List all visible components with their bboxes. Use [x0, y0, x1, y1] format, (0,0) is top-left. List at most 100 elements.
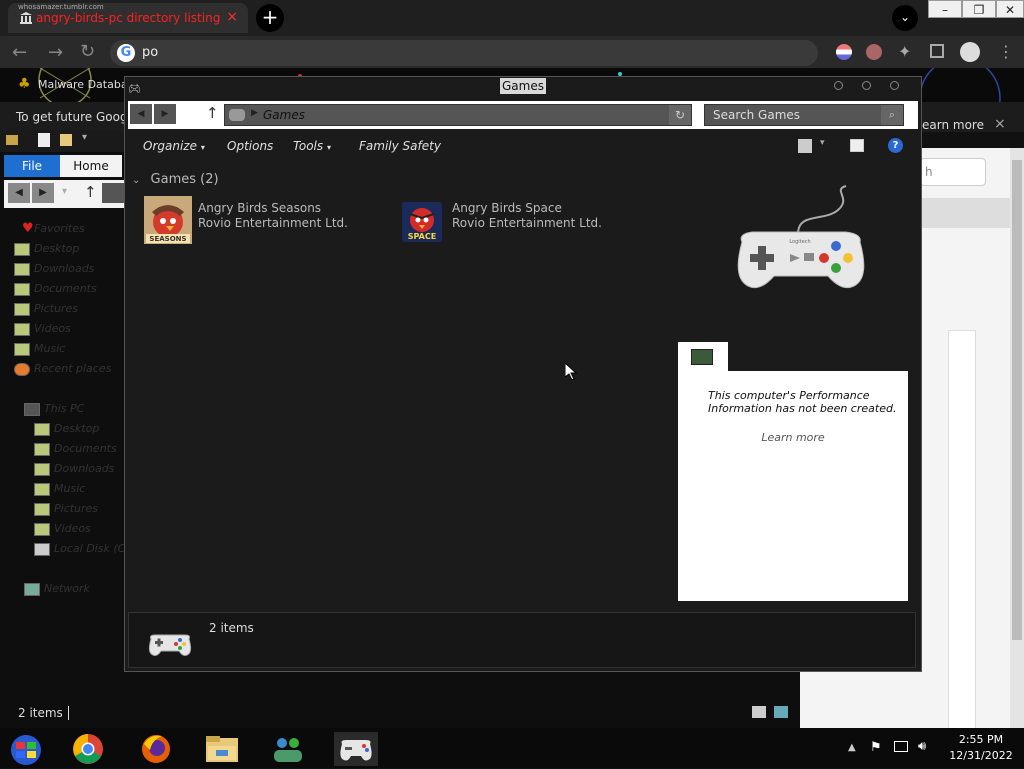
action-center-flag-icon[interactable]: ⚑ [870, 740, 882, 755]
games-up-arrow-icon[interactable]: ↑ [206, 104, 219, 122]
tools-menu[interactable]: Tools ▾ [293, 139, 331, 153]
tree-favorites[interactable]: ♥ Favorites [22, 220, 85, 238]
minimize-button[interactable]: – [928, 0, 962, 18]
menu-dots-icon[interactable]: ⋮ [998, 42, 1014, 61]
volume-icon[interactable]: 🔊︎ [918, 739, 926, 754]
tree-music[interactable]: Music [14, 340, 65, 358]
games-forward-button[interactable]: ▶ [154, 104, 176, 124]
tree-pc-videos[interactable]: Videos [34, 520, 91, 538]
tree-documents[interactable]: Documents [14, 280, 97, 298]
games-minimize-button[interactable] [834, 81, 843, 90]
tab-search-chevron-icon[interactable]: ⌄ [892, 5, 918, 31]
options-menu[interactable]: Options [227, 139, 273, 153]
view-options-icon[interactable] [798, 139, 812, 153]
gamepad-taskbar-icon [340, 740, 372, 761]
games-address-bar[interactable]: ▶ Games ↻ [224, 104, 692, 126]
network-tray-icon[interactable] [894, 741, 908, 752]
tree-pc-pictures[interactable]: Pictures [34, 500, 98, 518]
tree-pictures[interactable]: Pictures [14, 300, 79, 318]
search-icon[interactable]: ⌕ [881, 105, 903, 125]
taskbar-clock[interactable]: 2:55 PM 12/31/2022 [946, 732, 1016, 764]
maximize-button[interactable]: ❐ [962, 0, 996, 18]
tree-pc-downloads[interactable]: Downloads [34, 460, 114, 478]
scrollbar-thumb[interactable] [1012, 160, 1022, 640]
gamepad-illustration-icon: Logitech [737, 185, 865, 289]
start-button[interactable] [4, 732, 44, 766]
game-publisher: Rovio Entertainment Ltd. [198, 216, 348, 230]
webpage-search-input[interactable]: h [920, 158, 986, 186]
show-hidden-icons-icon[interactable]: ▲ [848, 742, 856, 753]
sidebar-icon[interactable] [930, 44, 944, 58]
tree-downloads[interactable]: Downloads [14, 260, 94, 278]
forward-arrow-icon[interactable]: → [48, 42, 63, 63]
family-safety-menu[interactable]: Family Safety [359, 139, 441, 153]
organize-label: Organize [143, 139, 197, 153]
webpage-scrollbar[interactable] [1010, 148, 1024, 728]
preview-pane-icon[interactable] [850, 139, 864, 152]
profile-icon[interactable] [960, 42, 980, 62]
tree-label: Music [54, 482, 86, 495]
taskbar-chrome[interactable] [68, 732, 108, 766]
taskbar-games[interactable] [334, 732, 378, 766]
new-folder-icon[interactable] [60, 134, 72, 146]
up-arrow-icon[interactable]: ↑ [84, 183, 97, 201]
search-games-input[interactable]: Search Games ⌕ [704, 104, 904, 126]
tree-label: This PC [44, 402, 85, 415]
tree-pc-documents[interactable]: Documents [34, 440, 117, 458]
help-icon[interactable]: ? [888, 138, 903, 153]
tree-desktop[interactable]: Desktop [14, 240, 80, 258]
ribbon-file-tab[interactable]: File [4, 155, 60, 177]
reload-icon[interactable]: ↻ [80, 41, 95, 62]
view-dropdown-icon[interactable]: ▾ [820, 138, 825, 148]
taskbar-users[interactable] [268, 732, 308, 766]
infobar-close-icon[interactable]: × [994, 116, 1006, 132]
tree-label: Desktop [34, 242, 80, 255]
ribbon-home-tab[interactable]: Home [60, 155, 122, 177]
performance-tab[interactable] [678, 342, 728, 372]
downloads-icon [34, 463, 50, 476]
organize-menu[interactable]: Organize ▾ [143, 139, 205, 153]
large-icons-view-icon[interactable] [774, 706, 788, 718]
games-back-button[interactable]: ◀ [130, 104, 152, 124]
tree-local-disk[interactable]: Local Disk (C: [34, 540, 129, 558]
game-name: Angry Birds Seasons [198, 201, 322, 215]
new-tab-button[interactable]: + [256, 4, 284, 32]
back-arrow-icon[interactable]: ← [12, 42, 27, 63]
taskbar-file-explorer[interactable] [202, 732, 242, 766]
browser-tab[interactable]: whosamazer.tumblr.com angry-birds-pc dir… [8, 3, 248, 33]
bookmark-malware-databa[interactable]: Malware Databa [38, 78, 128, 91]
tree-recent-places[interactable]: Recent places [14, 360, 112, 378]
learn-more-link[interactable]: Learn more [678, 431, 908, 444]
folder-icon[interactable] [6, 135, 18, 145]
tree-pc-desktop[interactable]: Desktop [34, 420, 99, 438]
address-bar[interactable]: G po [110, 40, 818, 66]
breadcrumb-games[interactable]: Games [263, 108, 305, 122]
performance-message: This computer's Performance Information … [708, 389, 897, 415]
tree-label: Pictures [34, 302, 79, 315]
tree-videos[interactable]: Videos [14, 320, 71, 338]
explorer-back-button[interactable]: ◀ [8, 183, 30, 203]
games-group-header[interactable]: ⌄ Games (2) [132, 172, 219, 187]
properties-icon[interactable] [38, 133, 50, 147]
extension-avatar-icon[interactable] [866, 44, 882, 60]
extension-flag-icon[interactable] [836, 44, 852, 60]
tree-pc-music[interactable]: Music [34, 480, 86, 498]
close-window-button[interactable]: ✕ [996, 0, 1024, 18]
taskbar-firefox[interactable] [136, 732, 176, 766]
puzzle-icon[interactable]: ✦ [898, 42, 911, 61]
games-close-button[interactable] [890, 81, 899, 90]
qa-dropdown-icon[interactable]: ▾ [82, 132, 87, 143]
game-angry-birds-seasons[interactable]: SEASONS Angry Birds Seasons Rovio Entert… [144, 196, 364, 246]
details-view-icon[interactable] [752, 706, 766, 718]
recent-dropdown-icon[interactable]: ▾ [62, 186, 67, 197]
infobar-learn-more-link[interactable]: earn more [922, 118, 984, 132]
tree-this-pc[interactable]: This PC [24, 400, 85, 418]
close-tab-icon[interactable]: × [226, 9, 238, 25]
refresh-icon[interactable]: ↻ [669, 105, 691, 125]
explorer-forward-button[interactable]: ▶ [32, 183, 54, 203]
tree-network[interactable]: Network [24, 580, 90, 598]
game-angry-birds-space[interactable]: SPACE Angry Birds Space Rovio Entertainm… [398, 196, 618, 246]
explorer-address-box[interactable] [102, 183, 126, 203]
tree-label: Recent places [34, 362, 112, 375]
games-maximize-button[interactable] [862, 81, 871, 90]
